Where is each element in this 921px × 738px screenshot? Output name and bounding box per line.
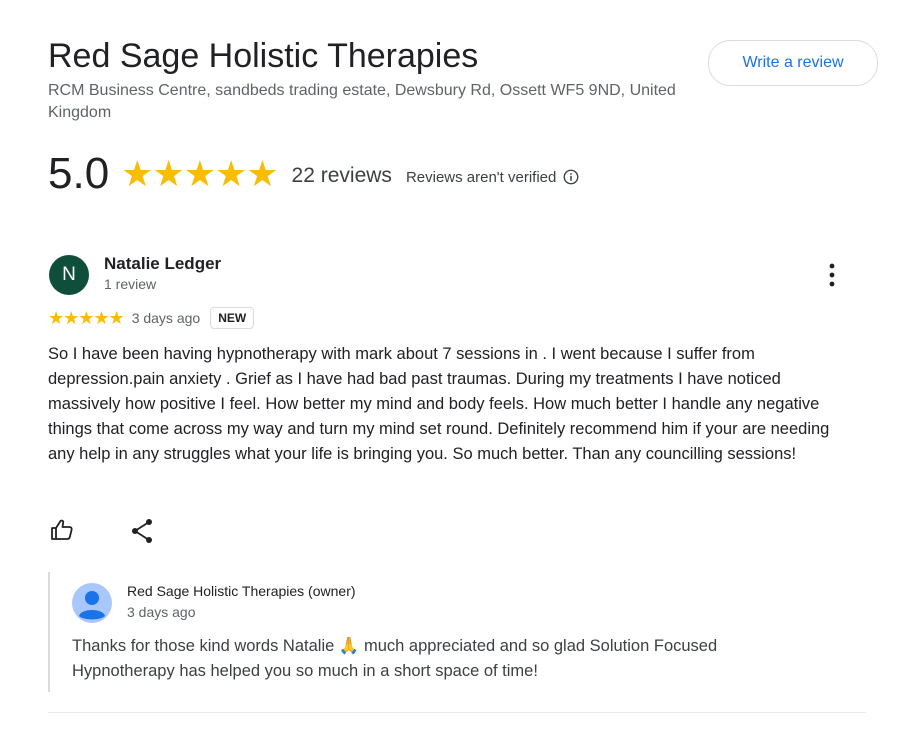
more-vert-icon[interactable]: [822, 262, 842, 288]
rating-score: 5.0: [48, 149, 110, 198]
reviewer-review-count: 1 review: [104, 276, 157, 292]
owner-reply: Red Sage Holistic Therapies (owner) 3 da…: [48, 572, 850, 692]
verification-note: Reviews aren't verified: [406, 162, 580, 186]
review-date: 3 days ago: [131, 310, 201, 326]
owner-name: Red Sage Holistic Therapies (owner): [127, 583, 356, 599]
owner-reply-text: Thanks for those kind words Natalie 🙏 mu…: [72, 637, 718, 680]
new-badge: NEW: [210, 307, 255, 329]
share-icon[interactable]: [130, 518, 154, 544]
reviewer-name[interactable]: Natalie Ledger: [104, 254, 221, 274]
thumbs-up-icon[interactable]: [50, 518, 74, 542]
review-count[interactable]: 22 reviews: [292, 160, 392, 188]
reviewer-avatar[interactable]: N: [49, 255, 89, 295]
reviews-page: Red Sage Holistic Therapies RCM Business…: [0, 0, 921, 738]
rating-summary: 5.0 ★★★★★ 22 reviews Reviews aren't veri…: [48, 148, 580, 200]
review-stars: ★★★★★: [48, 307, 125, 328]
rating-stars: ★★★★★: [121, 153, 278, 194]
write-review-button[interactable]: Write a review: [708, 40, 878, 86]
business-name: Red Sage Holistic Therapies: [48, 37, 479, 75]
review-text: So I have been having hypnotherapy with …: [48, 345, 830, 463]
business-address: RCM Business Centre, sandbeds trading es…: [48, 82, 676, 121]
person-avatar-icon: [72, 583, 112, 623]
review-rating-row: ★★★★★ 3 days ago NEW: [48, 306, 255, 330]
owner-reply-date: 3 days ago: [127, 604, 196, 620]
verification-note-text: Reviews aren't verified: [405, 168, 557, 186]
review-divider: [48, 712, 866, 713]
info-icon[interactable]: [562, 168, 580, 186]
